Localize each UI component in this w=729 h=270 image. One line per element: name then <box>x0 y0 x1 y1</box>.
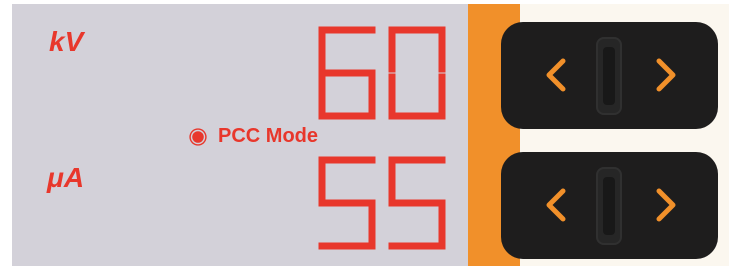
voltage-adjust-control <box>501 22 718 129</box>
chevron-right-icon <box>656 58 676 92</box>
segment-digit <box>388 26 446 120</box>
mode-status: PCC Mode <box>188 125 318 148</box>
segment-digit <box>318 156 376 250</box>
segment-digit <box>388 156 446 250</box>
chevron-right-icon <box>656 188 676 222</box>
mode-indicator-icon <box>192 130 204 143</box>
lcd-display: kV PCC Mode μA <box>12 4 468 266</box>
voltage-increase-button[interactable] <box>641 50 691 100</box>
segment-digit <box>318 26 376 120</box>
current-decrease-button[interactable] <box>531 180 581 230</box>
current-slider-handle[interactable] <box>596 167 622 245</box>
chevron-left-icon <box>546 58 566 92</box>
voltage-unit-label: kV <box>49 26 84 57</box>
current-adjust-control <box>501 152 718 259</box>
current-increase-button[interactable] <box>641 180 691 230</box>
voltage-slider-handle[interactable] <box>596 37 622 115</box>
chevron-left-icon <box>546 188 566 222</box>
current-unit-label: μA <box>47 162 85 193</box>
mode-label: PCC Mode <box>218 125 318 147</box>
voltage-decrease-button[interactable] <box>531 50 581 100</box>
